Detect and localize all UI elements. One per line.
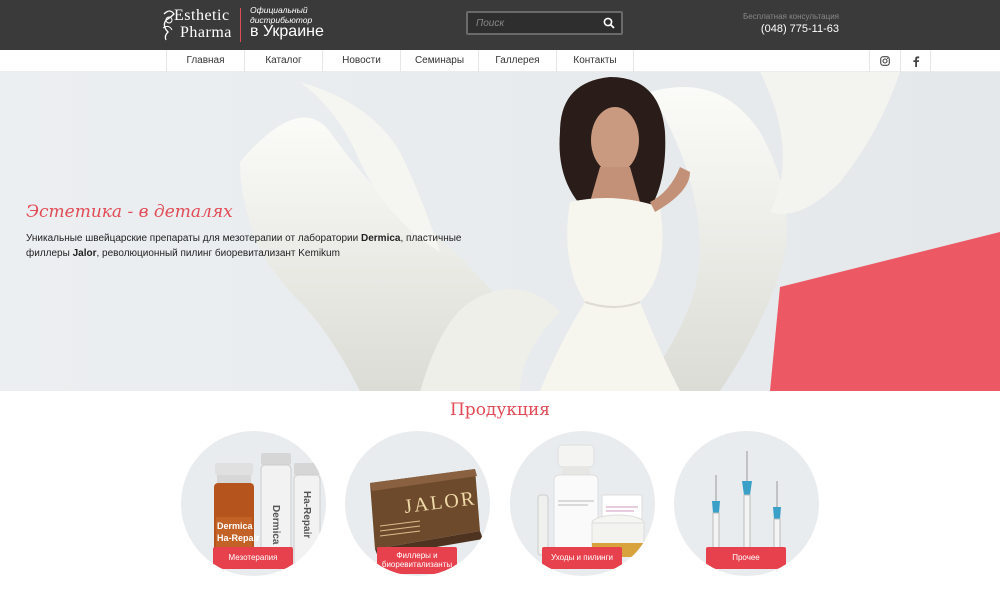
other-button[interactable]: Прочее — [706, 547, 786, 569]
hero-description: Уникальные швейцарские препараты для мез… — [26, 231, 506, 261]
consult-phone[interactable]: (048) 775-11-63 — [761, 23, 839, 35]
top-header: Esthetic Pharma Официальный дистрибьютор… — [0, 0, 1000, 50]
product-card-care[interactable]: Уходы и пилинги — [510, 431, 655, 576]
hero-desc-text-3: , революционный пилинг биоревитализант K… — [96, 248, 340, 259]
nav-item-gallery[interactable]: Галлерея — [478, 50, 556, 72]
consult-label: Бесплатная консультация — [743, 12, 839, 21]
nav-item-catalog[interactable]: Каталог — [244, 50, 322, 72]
hero-desc-text-1: Уникальные швейцарские препараты для мез… — [26, 233, 361, 244]
fillers-button[interactable]: Филлеры и биоревитализанты — [377, 547, 457, 574]
logo-text-line2: Pharma — [180, 24, 232, 41]
product-card-mesotherapy[interactable]: Dermica Ha-Repair Dermica Ha-Repair Мезо… — [181, 431, 326, 576]
care-button[interactable]: Уходы и пилинги — [542, 547, 622, 569]
mesotherapy-button[interactable]: Мезотерапия — [213, 547, 293, 569]
nav-menu: Главная Каталог Новости Семинары Галлере… — [166, 50, 634, 72]
hero-banner: Эстетика - в деталях Уникальные швейцарс… — [0, 72, 1000, 391]
hero-desc-brand-jalor: Jalor — [72, 248, 97, 259]
search-box — [466, 11, 623, 35]
nav-item-news[interactable]: Новости — [322, 50, 400, 72]
instagram-button[interactable] — [869, 50, 900, 72]
vial-text-harepair-1: Ha-Repair — [217, 533, 260, 543]
logo-text-line1: Esthetic — [174, 7, 230, 24]
logo-divider — [240, 8, 241, 42]
vial-text-dermica-2: Dermica — [270, 505, 281, 545]
tagline-small: Официальный дистрибьютор — [250, 5, 313, 25]
social-links — [869, 50, 931, 72]
nav-item-home[interactable]: Главная — [166, 50, 244, 72]
hero-desc-brand-dermica: Dermica — [361, 233, 401, 244]
facebook-button[interactable] — [900, 50, 931, 72]
nav-item-contacts[interactable]: Контакты — [556, 50, 634, 72]
tagline-big: в Украине — [250, 23, 324, 40]
search-input[interactable] — [476, 16, 601, 30]
facebook-icon — [912, 55, 919, 67]
search-icon[interactable] — [603, 17, 615, 29]
hero-title: Эстетика - в деталях — [26, 202, 233, 222]
vial-text-dermica-1: Dermica — [217, 521, 254, 531]
instagram-icon — [880, 56, 890, 66]
main-nav: Главная Каталог Новости Семинары Галлере… — [0, 50, 1000, 72]
product-card-fillers[interactable]: JALOR Филлеры и биоревитализанты — [345, 431, 490, 576]
products-title: Продукция — [449, 400, 551, 420]
product-card-other[interactable]: Прочее — [674, 431, 819, 576]
vial-text-harepair-2: Ha-Repair — [301, 491, 312, 538]
nav-item-seminars[interactable]: Семинары — [400, 50, 478, 72]
